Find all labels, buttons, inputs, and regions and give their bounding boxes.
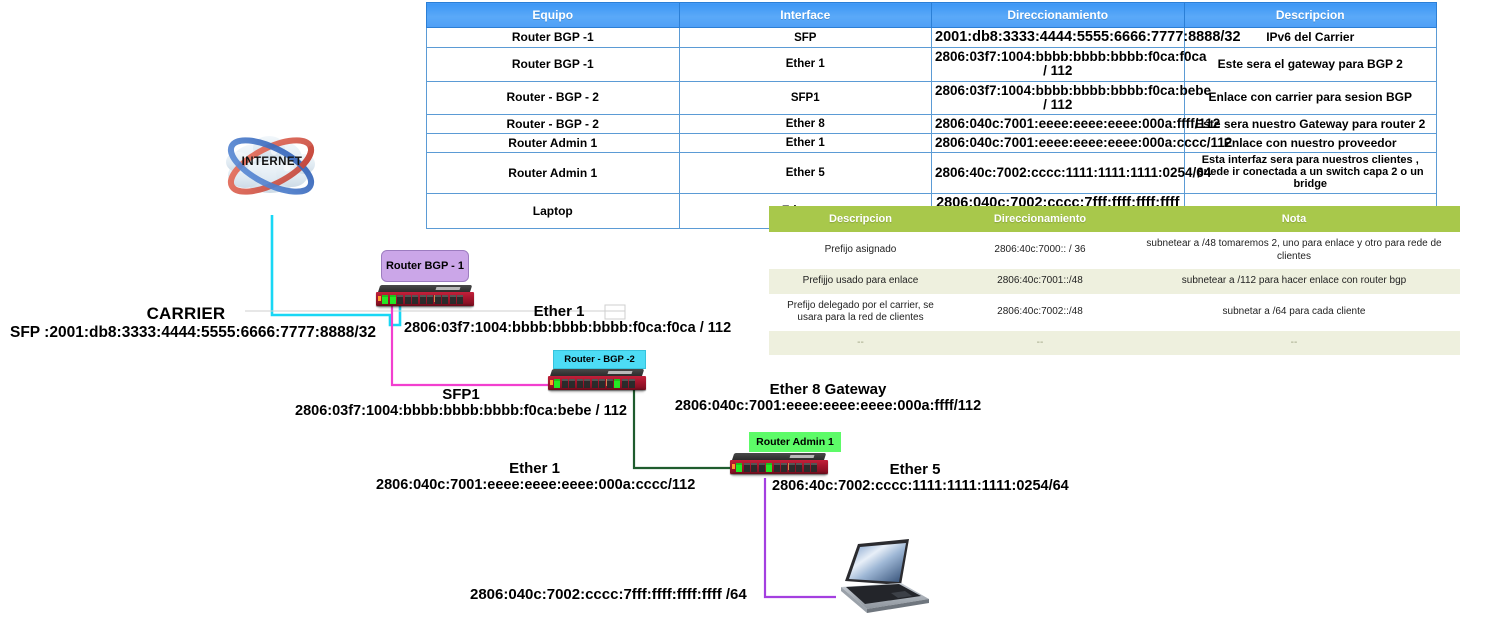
router-port [758, 462, 765, 472]
annotation-ether8-gateway: Ether 8 Gateway 2806:040c:7001:eeee:eeee… [628, 381, 1028, 414]
annotation-ether5-title: Ether 5 [889, 461, 941, 478]
cell-descripcion: Prefijjo usado para enlace [769, 269, 952, 294]
node-label-router-admin1[interactable]: Router Admin 1 [749, 432, 841, 452]
router-port [751, 462, 757, 472]
router-port-lit [736, 462, 742, 472]
cell-nota: -- [1128, 330, 1460, 355]
cell-direccionamiento: 2806:40c:7002:cccc:1111:1111:1111:0254/6… [931, 152, 1211, 194]
table-row: Prefijo asignado 2806:40c:7000:: / 36 su… [769, 232, 1460, 269]
table-row: Router BGP -1 SFP 2001:db8:3333:4444:555… [426, 26, 1437, 49]
annotation-ether1-bgp1: Ether 1 2806:03f7:1004:bbbb:bbbb:bbbb:f0… [404, 303, 732, 336]
cell-nota: subnetear a /112 para hacer enlace con r… [1128, 269, 1460, 294]
table-header-descripcion: Descripcion [769, 206, 952, 232]
cell-interface: Ether 8 [678, 113, 932, 135]
cell-direccionamiento: 2806:40c:7000:: / 36 [952, 232, 1128, 269]
cell-descripcion: Esta interfaz sera para nuestros cliente… [1183, 152, 1437, 194]
table-header-direccionamiento: Direccionamiento [931, 2, 1185, 28]
cell-equipo: Router BGP -1 [426, 26, 680, 49]
table-row: Prefijo delegado por el carrier, se usar… [769, 293, 1460, 331]
equipment-addressing-table: Equipo Interface Direccionamiento Descri… [426, 2, 1437, 230]
cell-direccionamiento: 2001:db8:3333:4444:5555:6666:7777:8888/3… [931, 26, 1241, 49]
cell-direccionamiento: 2806:040c:7001:eeee:eeee:eeee:000a:cccc/… [931, 133, 1232, 154]
annotation-ether1-admin-title: Ether 1 [509, 460, 560, 477]
cell-equipo: Router Admin 1 [426, 152, 680, 194]
table-header-interface: Interface [678, 2, 932, 28]
cell-equipo: Router - BGP - 2 [426, 80, 680, 115]
table-header-nota: Nota [1128, 206, 1460, 232]
cell-direccionamiento: 2806:03f7:1004:bbbb:bbbb:bbbb:f0ca:bebe … [931, 80, 1211, 115]
annotation-ether5-address: 2806:40c:7002:cccc:1111:1111:1111:0254/6… [772, 478, 1069, 494]
cell-interface: Ether 5 [678, 152, 932, 194]
table-row: Router BGP -1 Ether 1 2806:03f7:1004:bbb… [426, 47, 1437, 82]
cell-direccionamiento: 2806:40c:7002::/48 [952, 293, 1128, 331]
cell-interface: SFP [678, 26, 932, 49]
router-chassis-sheen [607, 371, 633, 374]
cell-nota: subnetar a /64 para cada cliente [1128, 293, 1460, 331]
node-label-router-bgp1[interactable]: Router BGP - 1 [381, 250, 469, 282]
cell-interface: Ether 1 [678, 133, 932, 154]
node-label-router-bgp2[interactable]: Router - BGP -2 [553, 350, 646, 369]
table-row: Router - BGP - 2 SFP1 2806:03f7:1004:bbb… [426, 80, 1437, 115]
router-port-row [382, 294, 463, 304]
annotation-ether5: Ether 5 2806:40c:7002:cccc:1111:1111:111… [772, 461, 1069, 494]
router-port [743, 462, 750, 472]
table-row: Router Admin 1 Ether 5 2806:40c:7002:ccc… [426, 152, 1437, 194]
cell-equipo: Laptop [426, 192, 680, 230]
annotation-ether8-address: 2806:040c:7001:eeee:eeee:eeee:000a:ffff/… [674, 398, 982, 414]
table-header-direccionamiento: Direccionamiento [952, 206, 1128, 232]
cell-equipo: Router Admin 1 [426, 133, 680, 154]
prefix-plan-table: Descripcion Direccionamiento Nota Prefij… [769, 206, 1460, 355]
cell-equipo: Router BGP -1 [426, 47, 680, 82]
cell-interface: SFP1 [678, 80, 932, 115]
cell-direccionamiento: 2806:040c:7001:eeee:eeee:eeee:000a:ffff/… [931, 113, 1220, 135]
internet-label: INTERNET [241, 156, 303, 168]
annotation-ether1-bgp1-address: 2806:03f7:1004:bbbb:bbbb:bbbb:f0ca:f0ca … [404, 320, 732, 336]
cell-descripcion: Este sera el gateway para BGP 2 [1183, 47, 1437, 82]
table-row: -- -- -- [769, 330, 1460, 355]
annotation-carrier-address: SFP :2001:db8:3333:4444:5555:6666:7777:8… [10, 324, 376, 341]
cell-descripcion: Prefijo delegado por el carrier, se usar… [769, 293, 952, 331]
laptop-icon[interactable] [833, 537, 933, 615]
internet-cloud-icon: INTERNET [212, 122, 332, 216]
router-port [397, 294, 403, 304]
router-chassis-sheen [789, 455, 815, 458]
cell-nota: subnetear a /48 tomaremos 2, uno para en… [1128, 232, 1460, 269]
router-power-led [550, 380, 553, 385]
router-port-lit [389, 294, 396, 304]
annotation-ether1-admin: Ether 1 2806:040c:7001:eeee:eeee:eeee:00… [376, 460, 696, 493]
cell-interface: Ether 1 [678, 47, 932, 82]
table-row: Router - BGP - 2 Ether 8 2806:040c:7001:… [426, 113, 1437, 135]
table-row: Router Admin 1 Ether 1 2806:040c:7001:ee… [426, 133, 1437, 154]
annotation-ether8-title: Ether 8 Gateway [769, 381, 887, 398]
table-header-row: Descripcion Direccionamiento Nota [769, 206, 1460, 232]
router-port-lit [382, 294, 388, 304]
annotation-ether1-admin-address: 2806:040c:7001:eeee:eeee:eeee:000a:cccc/… [376, 477, 696, 493]
router-chassis-sheen [435, 287, 461, 290]
cell-direccionamiento: 2806:40c:7001::/48 [952, 269, 1128, 294]
table-header-row: Equipo Interface Direccionamiento Descri… [426, 2, 1437, 28]
diagram-canvas: INTERNET Router BGP - 1 Router - BGP -2 [0, 0, 1500, 622]
router-power-led [378, 296, 381, 301]
annotation-carrier: CARRIER SFP :2001:db8:3333:4444:5555:666… [10, 304, 376, 342]
router-power-led [732, 464, 735, 469]
cell-equipo: Router - BGP - 2 [426, 113, 680, 135]
cell-direccionamiento: 2806:03f7:1004:bbbb:bbbb:bbbb:f0ca:f0ca … [931, 47, 1207, 82]
annotation-laptop-address: 2806:040c:7002:cccc:7fff:ffff:ffff:ffff … [470, 586, 760, 603]
annotation-carrier-title: CARRIER [146, 304, 226, 323]
table-row: Prefijjo usado para enlace 2806:40c:7001… [769, 269, 1460, 294]
annotation-ether1-bgp1-title: Ether 1 [533, 303, 585, 320]
cell-descripcion: -- [769, 330, 952, 355]
annotation-laptop-address-text: 2806:040c:7002:cccc:7fff:ffff:ffff:ffff … [470, 586, 747, 603]
table-header-descripcion: Descripcion [1183, 2, 1437, 28]
link-admin-to-laptop [763, 478, 836, 599]
cell-direccionamiento: -- [952, 330, 1128, 355]
table-header-equipo: Equipo [426, 2, 680, 28]
cell-descripcion: Enlace con carrier para sesion BGP [1183, 80, 1437, 115]
cell-descripcion: Este sera nuestro Gateway para router 2 [1183, 113, 1437, 135]
cell-descripcion: Prefijo asignado [769, 232, 952, 269]
